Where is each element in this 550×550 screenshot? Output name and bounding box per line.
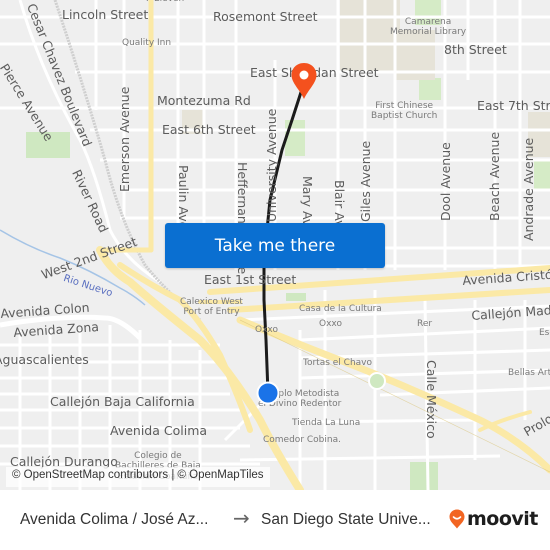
poi-label: Camarena Memorial Library — [390, 17, 467, 38]
street-label: Callejón Baja California — [50, 394, 195, 409]
street-label: Aguascalientes — [0, 352, 89, 367]
moovit-pin-icon — [449, 509, 465, 529]
poi-label: Rer — [417, 319, 433, 329]
park — [410, 462, 438, 490]
take-me-there-button[interactable]: Take me there — [165, 223, 385, 268]
street-label: Emerson Avenue — [117, 86, 132, 192]
street-label: University Avenue — [264, 108, 279, 222]
poi-label: First Chinese Baptist Church — [371, 101, 438, 122]
street-label: Avenida Colima — [110, 423, 208, 438]
poi-label: Esc — [539, 328, 550, 338]
street-label: 8th Street — [444, 42, 507, 57]
poi-label: Oxxo — [319, 319, 342, 329]
park — [534, 160, 550, 190]
origin-marker-icon[interactable] — [256, 381, 280, 405]
street-label: Giles Avenue — [358, 140, 373, 222]
poi-label: Tortas el Chavo — [303, 358, 373, 368]
street-label: Lincoln Street — [62, 7, 149, 22]
moovit-logo[interactable]: moovit — [449, 508, 538, 530]
poi-label: Oxxo — [255, 325, 278, 335]
destination-name: San Diego State Unive... — [261, 511, 431, 528]
poi-label: 7-Eleven — [145, 0, 184, 4]
park — [286, 293, 306, 301]
poi-label: Bellas Artes — [508, 368, 550, 378]
street-label: Dool Avenue — [438, 142, 453, 221]
right-arrow-icon: → — [233, 506, 250, 530]
moovit-wordmark: moovit — [467, 508, 538, 530]
map-attribution[interactable]: © OpenStreetMap contributors | © OpenMap… — [6, 467, 270, 487]
street-label: East 1st Street — [204, 272, 297, 287]
poi-label: Casa de la Cultura — [299, 304, 382, 314]
map-view[interactable]: Lincoln Street Rosemont Street 8th Stree… — [0, 0, 550, 490]
poi-label: Tienda La Luna — [292, 418, 361, 428]
street-label: Montezuma Rd — [157, 93, 251, 108]
roundabout — [368, 372, 386, 390]
destination-pin-icon[interactable] — [290, 62, 318, 100]
park — [285, 120, 305, 156]
street-label: Calle México — [424, 360, 439, 439]
street-label: East 7th Street — [477, 98, 550, 113]
street-label: Andrade Avenue — [521, 137, 536, 241]
origin-stop-name: Avenida Colima / José Az... — [20, 511, 209, 528]
park — [419, 78, 441, 100]
poi-label: Calexico West Port of Entry — [180, 297, 243, 318]
poi-label: Quality Inn — [122, 38, 172, 48]
route-footer: Avenida Colima / José Az... → San Diego … — [0, 490, 550, 550]
street-label: East 6th Street — [162, 122, 256, 137]
poi-label: Comedor Cobina. — [263, 435, 341, 445]
street-label: Rosemont Street — [213, 9, 318, 24]
street-label: Beach Avenue — [487, 131, 502, 221]
